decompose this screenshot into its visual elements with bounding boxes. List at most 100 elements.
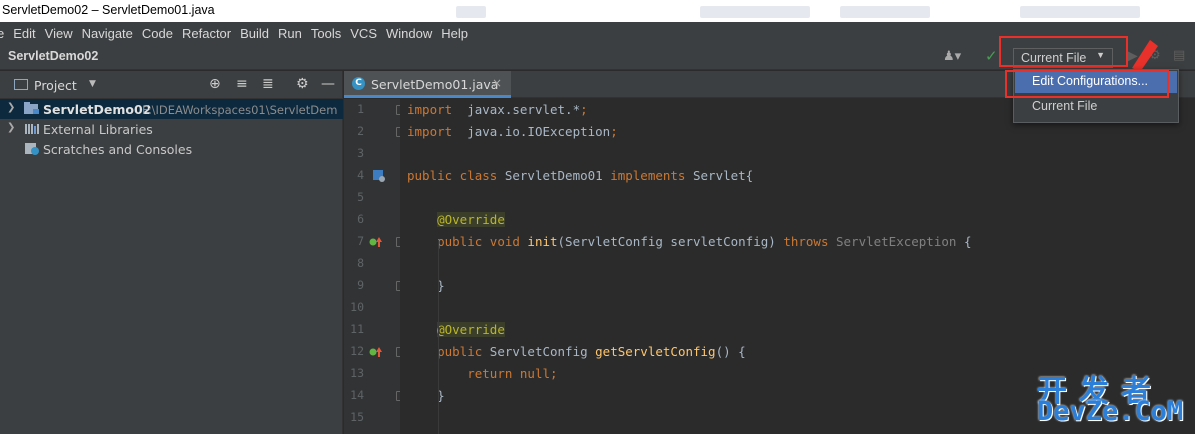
menu-file[interactable]: e [0, 26, 4, 41]
line-number: 14 [350, 388, 364, 402]
line-number: 13 [350, 366, 364, 380]
tree-item-scratches[interactable]: Scratches and Consoles [0, 139, 343, 159]
watermark-text-en: DevZe.CoM [1037, 396, 1184, 427]
chevron-right-icon[interactable]: ❯ [7, 122, 15, 133]
code-token: () { [715, 344, 746, 359]
menu-tools[interactable]: Tools [311, 26, 341, 41]
tree-item-project[interactable]: ❯ ServletDemo02 F:\IDEAWorkspaces01\Serv… [0, 99, 343, 119]
menu-window[interactable]: Window [386, 26, 432, 41]
project-panel-title[interactable]: Project [34, 78, 77, 93]
chevron-right-icon[interactable]: ❯ [7, 102, 15, 113]
line-number: 6 [357, 212, 364, 226]
project-view-icon [14, 79, 28, 90]
menu-edit[interactable]: Edit [13, 26, 35, 41]
code-token: import [407, 124, 453, 139]
code-token: public class [407, 168, 505, 183]
coverage-icon[interactable]: ▤ [1173, 48, 1185, 63]
background-window-blur [840, 6, 930, 18]
tab-servletdemo01[interactable]: C ServletDemo01.java × [344, 71, 511, 98]
scratches-icon [25, 143, 39, 155]
code-token: ; [580, 102, 588, 117]
line-number: 5 [357, 190, 364, 204]
code-line: public class ServletDemo01 implements Se… [407, 168, 753, 190]
code-token: implements [610, 168, 693, 183]
gear-icon[interactable]: ⚙ [296, 76, 309, 92]
watermark-logo: 开发者 DevZe.CoM [1037, 366, 1189, 430]
line-number: 7 [357, 234, 364, 248]
editor-gutter: 1 2 3 4 5 6 7 8 9 10 11 12 13 14 15 [344, 99, 405, 434]
code-token: ServletDemo01 [504, 168, 611, 183]
project-panel-header: Project ▼ ⊕ ≡ ≣ ⚙ — [0, 71, 343, 99]
code-token: ; [610, 124, 618, 139]
code-token: java.io.IOException [452, 124, 611, 139]
code-line: public ServletConfig getServletConfig() … [407, 344, 746, 366]
code-line: return null; [407, 366, 558, 388]
menu-run[interactable]: Run [278, 26, 302, 41]
code-token: import [407, 102, 453, 117]
line-number: 12 [350, 344, 364, 358]
code-line: @Override [407, 322, 505, 344]
close-icon[interactable]: × [492, 76, 502, 90]
menu-navigate[interactable]: Navigate [82, 26, 133, 41]
window-title-bar: ServletDemo02 – ServletDemo01.java [0, 0, 1195, 22]
line-number: 11 [350, 322, 364, 336]
project-panel: Project ▼ ⊕ ≡ ≣ ⚙ — ❯ ServletDemo02 F:\I… [0, 71, 343, 434]
code-token: getServletConfig [595, 344, 716, 359]
menu-build[interactable]: Build [240, 26, 269, 41]
override-method-icon[interactable] [369, 236, 383, 248]
tab-label: ServletDemo01.java [371, 77, 499, 92]
code-token: throws [783, 234, 836, 249]
expand-all-icon[interactable]: ≡ [236, 76, 248, 92]
code-line: public void init(ServletConfig servletCo… [407, 234, 971, 256]
override-method-icon[interactable] [369, 346, 383, 358]
menu-refactor[interactable]: Refactor [182, 26, 231, 41]
line-number: 4 [357, 168, 364, 182]
locate-crosshair-icon[interactable]: ⊕ [209, 76, 221, 92]
code-token: ServletConfig [489, 344, 596, 359]
code-token: return null [467, 366, 551, 381]
highlight-box-run-config [999, 36, 1128, 67]
collapse-all-icon[interactable]: ≣ [262, 76, 274, 92]
module-folder-icon [24, 102, 39, 114]
minimize-icon[interactable]: — [321, 76, 335, 92]
servlet-implementation-icon[interactable] [372, 169, 386, 183]
background-window-blur [456, 6, 486, 18]
java-class-icon: C [352, 77, 365, 90]
code-token: { [963, 234, 972, 249]
code-token: Servlet{ [693, 168, 754, 183]
tree-item-label: Scratches and Consoles [43, 142, 193, 157]
code-line: @Override [407, 212, 505, 234]
tree-item-label: ServletDemo02 [43, 102, 152, 117]
window-title: ServletDemo02 – ServletDemo01.java [2, 3, 215, 17]
tree-item-external-libraries[interactable]: ❯ External Libraries [0, 119, 343, 139]
chevron-down-icon[interactable]: ▼ [89, 79, 96, 89]
library-icon [25, 124, 39, 134]
line-number: 9 [357, 278, 364, 292]
line-number: 15 [350, 410, 364, 424]
line-number: 3 [357, 146, 364, 160]
code-token: public void [437, 234, 528, 249]
code-line: import java.io.IOException; [407, 124, 618, 146]
code-line: import javax.servlet.*; [407, 102, 588, 124]
menu-item-current-file[interactable]: Current File [1015, 96, 1177, 118]
menu-code[interactable]: Code [142, 26, 173, 41]
build-hammer-icon[interactable]: ✓ [985, 47, 998, 65]
line-number: 1 [357, 102, 364, 116]
menu-view[interactable]: View [45, 26, 73, 41]
tree-item-path: F:\IDEAWorkspaces01\ServletDem [142, 103, 338, 117]
user-icon[interactable]: ♟▾ [943, 49, 961, 64]
line-number: 8 [357, 256, 364, 270]
menu-help[interactable]: Help [441, 26, 468, 41]
code-token: @Override [437, 322, 505, 337]
breadcrumb-project[interactable]: ServletDemo02 [8, 49, 98, 63]
background-window-blur [1020, 6, 1140, 18]
highlight-box-edit-configurations [1005, 70, 1169, 98]
line-number: 10 [350, 300, 364, 314]
red-arrow-annotation [1132, 40, 1158, 72]
menu-vcs[interactable]: VCS [350, 26, 377, 41]
code-token: ; [550, 366, 558, 381]
